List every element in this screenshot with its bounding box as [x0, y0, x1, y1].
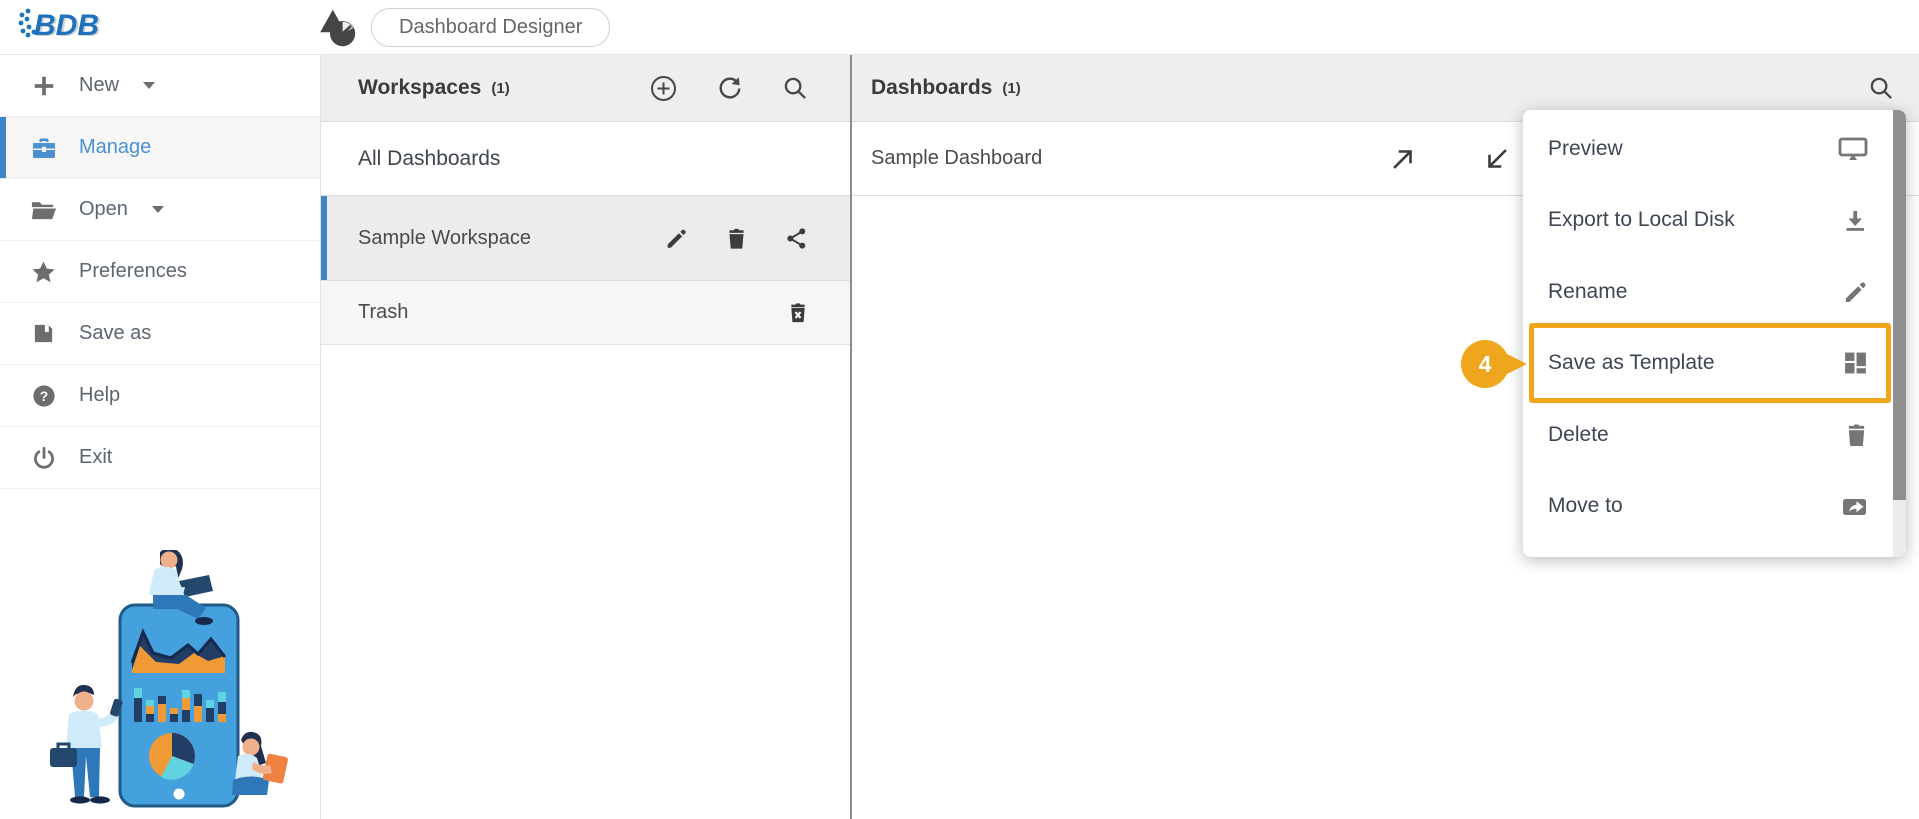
sidebar-item-exit[interactable]: Exit — [0, 427, 320, 489]
folder-open-icon — [30, 197, 57, 223]
search-icon[interactable] — [783, 76, 808, 101]
save-icon — [30, 321, 57, 347]
menu-item-export-to-local-disk[interactable]: Export to Local Disk — [1523, 185, 1906, 257]
sidebar-item-label: Preferences — [79, 260, 187, 282]
menu-item-preview[interactable]: Preview — [1523, 113, 1906, 185]
workspace-row-all-dashboards[interactable]: All Dashboards — [321, 122, 850, 196]
monitor-icon — [1838, 136, 1868, 162]
workspace-row-label: Trash — [358, 301, 409, 323]
menu-item-label: Export to Local Disk — [1548, 208, 1735, 232]
sidebar-item-label: Save as — [79, 322, 152, 344]
menu-item-rename[interactable]: Rename — [1523, 256, 1906, 328]
workspace-row-label: All Dashboards — [358, 146, 501, 170]
analytics-illustration — [22, 548, 290, 817]
dashboard-row-label: Sample Dashboard — [871, 147, 1043, 169]
menu-item-label: Save as Template — [1548, 351, 1715, 375]
edit-icon[interactable] — [665, 227, 688, 250]
bdb-logo-icon: BDB BDB — [18, 8, 101, 43]
menu-scrollbar-thumb[interactable] — [1893, 110, 1906, 500]
briefcase-icon — [30, 135, 57, 161]
sidebar-item-label: New — [79, 74, 120, 96]
open-here-icon[interactable] — [1484, 146, 1510, 178]
chevron-down-icon — [151, 206, 164, 213]
sidebar-item-save-as[interactable]: Save as — [0, 303, 320, 365]
sidebar-item-label: Open — [79, 198, 128, 220]
module-title-pill: Dashboard Designer — [371, 8, 611, 47]
menu-scrollbar[interactable] — [1893, 110, 1906, 557]
menu-item-move-to[interactable]: Move to — [1523, 471, 1906, 543]
top-header: BDB BDB Dashboard Designer — [0, 0, 1919, 55]
share-icon[interactable] — [785, 227, 808, 250]
dashboard-designer-icon — [320, 9, 356, 46]
dashboards-title: Dashboards — [871, 76, 993, 99]
download-icon — [1842, 207, 1868, 233]
menu-item-save-as-template[interactable]: Save as Template — [1523, 328, 1906, 400]
workspaces-count: (1) — [491, 79, 510, 97]
trash-icon — [1845, 422, 1868, 447]
open-in-new-tab-icon[interactable] — [1390, 146, 1416, 178]
bdb-logo[interactable]: BDB BDB — [16, 5, 128, 50]
sidebar-item-preferences[interactable]: Preferences — [0, 241, 320, 303]
help-icon: ? — [30, 383, 57, 409]
sidebar-item-new[interactable]: New — [0, 55, 320, 117]
search-icon[interactable] — [1869, 76, 1894, 101]
dashboards-count: (1) — [1002, 79, 1021, 97]
menu-item-delete[interactable]: Delete — [1523, 399, 1906, 471]
move-to-icon — [1841, 494, 1868, 518]
menu-item-label: Rename — [1548, 279, 1628, 303]
dashboard-context-menu: Preview Export to Local Disk Rename Save — [1461, 110, 1906, 557]
workspace-row-label: Sample Workspace — [358, 226, 532, 249]
menu-item-label: Preview — [1548, 136, 1623, 160]
sidebar-item-label: Exit — [79, 446, 113, 468]
menu-item-label: Move to — [1548, 494, 1623, 518]
refresh-button[interactable] — [717, 75, 743, 101]
pencil-icon — [1843, 279, 1868, 304]
workspace-row-trash[interactable]: Trash — [321, 281, 850, 345]
empty-trash-icon[interactable] — [788, 301, 808, 324]
workspaces-panel: Workspaces (1) All Dashboards Sample Wor… — [321, 55, 852, 819]
plus-icon — [30, 73, 57, 99]
workspaces-header: Workspaces (1) — [321, 55, 850, 122]
svg-text:BDB: BDB — [34, 9, 99, 42]
sidebar: New Manage Open Preferences Save as ? He… — [0, 55, 321, 819]
power-icon — [30, 445, 57, 471]
sidebar-item-manage[interactable]: Manage — [0, 117, 320, 179]
chevron-down-icon — [143, 82, 156, 89]
sidebar-item-label: Manage — [79, 136, 152, 158]
sidebar-item-help[interactable]: ? Help — [0, 365, 320, 427]
sidebar-item-open[interactable]: Open — [0, 179, 320, 241]
add-workspace-button[interactable] — [650, 75, 677, 102]
badge-number: 4 — [1461, 340, 1509, 388]
menu-item-label: Delete — [1548, 422, 1609, 446]
workspace-row-sample-workspace[interactable]: Sample Workspace — [321, 196, 850, 281]
star-icon — [30, 259, 57, 285]
sidebar-item-label: Help — [79, 384, 121, 406]
delete-icon[interactable] — [726, 227, 747, 250]
workspaces-title: Workspaces — [358, 76, 482, 99]
template-grid-icon — [1843, 351, 1868, 376]
svg-text:?: ? — [39, 388, 47, 404]
step-4-badge: 4 — [1461, 340, 1531, 388]
